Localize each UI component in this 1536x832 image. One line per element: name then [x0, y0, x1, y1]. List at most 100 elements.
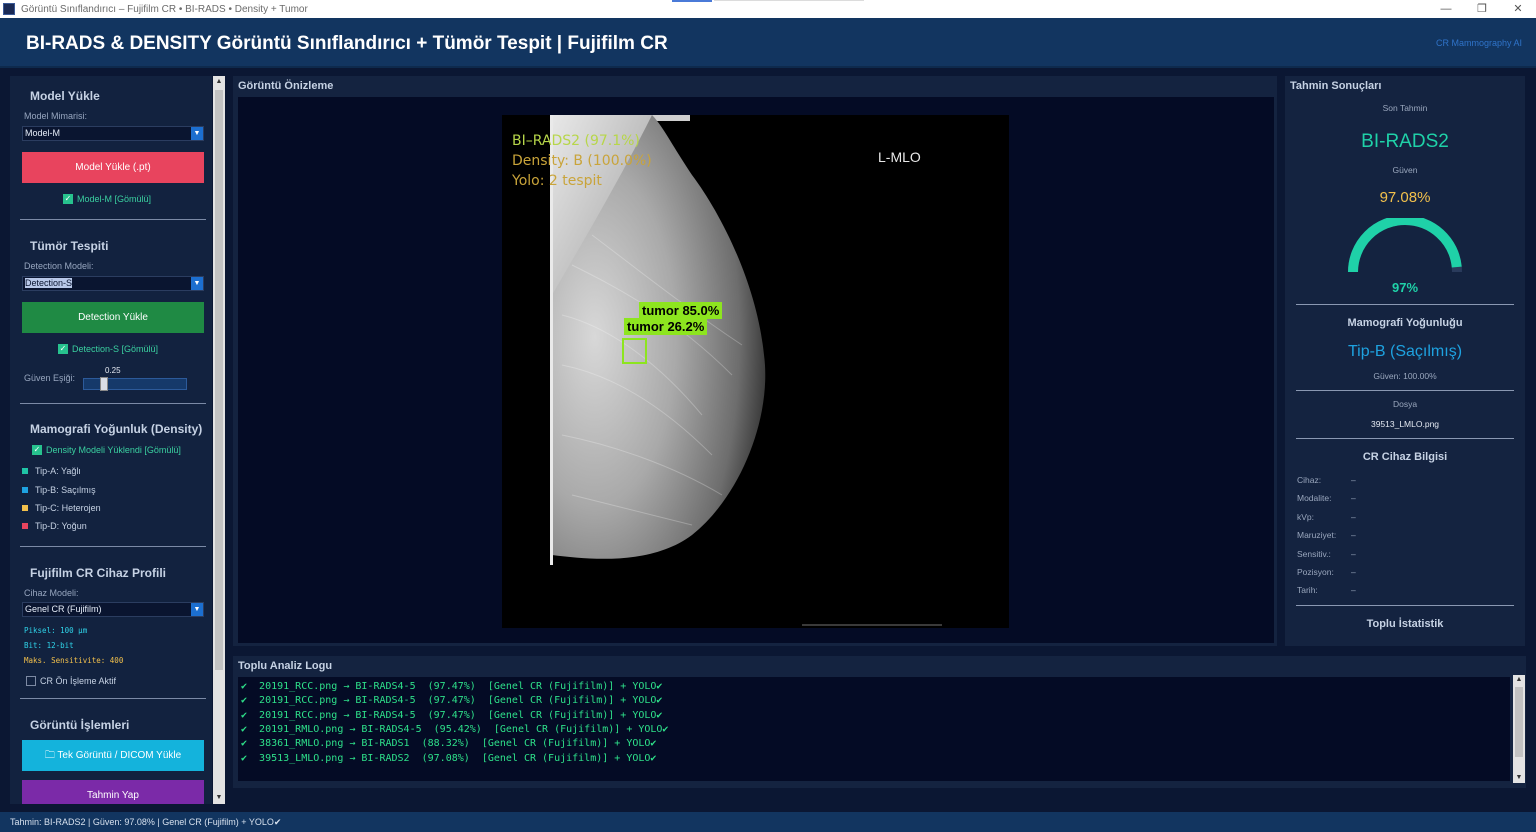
divider: [20, 698, 206, 699]
device-info-row: kVp: –: [1297, 512, 1356, 522]
model-arch-value: Model-M: [25, 128, 61, 138]
density-section-title: Mamografi Yoğunluk (Density): [30, 422, 203, 436]
device-sensitivity-info: Maks. Sensitivite: 400: [24, 656, 124, 665]
legend-swatch: [22, 468, 28, 474]
image-ops-section-title: Görüntü İşlemleri: [30, 718, 130, 732]
predict-button[interactable]: Tahmin Yap: [22, 780, 204, 804]
scrollbar-thumb[interactable]: [215, 90, 223, 670]
log-line: ✔ 20191_RCC.png → BI-RADS4-5 (97.47%) [G…: [241, 695, 663, 706]
check-icon: ✓: [58, 344, 68, 354]
detection-box: [622, 338, 647, 364]
last-prediction-label: Son Tahmin: [1382, 103, 1428, 113]
model-load-button[interactable]: Model Yükle (.pt): [22, 152, 204, 183]
chevron-down-icon: ▼: [191, 127, 203, 140]
app-tag: CR Mammography AI: [1435, 38, 1522, 48]
divider: [20, 219, 206, 220]
log-title: Toplu Analiz Logu: [238, 660, 333, 672]
device-model-value: Genel CR (Fujifilm): [25, 604, 102, 614]
checkbox-icon: [26, 676, 36, 686]
legend-item-tip-a: Tip-A: Yağlı: [22, 466, 81, 476]
scroll-up-icon[interactable]: ▲: [1513, 675, 1525, 685]
chevron-down-icon: ▼: [191, 603, 203, 616]
density-title: Mamografi Yoğunluğu: [1347, 317, 1463, 329]
divider: [1296, 304, 1514, 305]
detection-embedded-checkbox[interactable]: ✓ Detection-S [Gömülü]: [58, 344, 158, 354]
prediction-value: BI-RADS2: [1361, 131, 1449, 152]
detection-embedded-label: Detection-S [Gömülü]: [72, 344, 159, 354]
cr-preprocess-label: CR Ön İşleme Aktif: [40, 676, 117, 686]
confidence-gauge: [1348, 218, 1462, 273]
device-bit-info: Bit: 12-bit: [24, 641, 74, 650]
device-pixel-info: Piksel: 100 µm: [24, 626, 88, 635]
file-name: 39513_LMLO.png: [1370, 419, 1440, 429]
folder-icon: 🗀: [44, 750, 58, 761]
file-label: Dosya: [1392, 399, 1418, 409]
window-title: Görüntü Sınıflandırıcı – Fujifilm CR • B…: [21, 3, 308, 15]
model-section-title: Model Yükle: [30, 89, 100, 103]
confidence-value: 97.08%: [1379, 189, 1431, 206]
log-scrollbar[interactable]: ▲ ▼: [1513, 675, 1525, 783]
sidebar-scrollbar[interactable]: ▲ ▼: [213, 76, 225, 804]
load-image-button[interactable]: 🗀 Tek Görüntü / DICOM Yükle: [22, 740, 204, 771]
confidence-label: Güven: [1392, 165, 1418, 175]
detection-model-label: Detection Modeli:: [24, 261, 94, 271]
detection-label: tumor 26.2%: [624, 318, 708, 335]
divider: [1296, 605, 1514, 606]
mammogram-image: BI–RADS2 (97.1%) Density: B (100.0%) Yol…: [502, 115, 1009, 628]
log-line: ✔ 20191_RMLO.png → BI-RADS4-5 (95.42%) […: [241, 724, 669, 735]
legend-item-tip-b: Tip-B: Saçılmış: [22, 485, 96, 495]
density-loaded-label: Density Modeli Yüklendi [Gömülü]: [46, 445, 181, 455]
density-loaded-checkbox[interactable]: ✓ Density Modeli Yüklendi [Gömülü]: [32, 445, 181, 455]
legend-swatch: [22, 523, 28, 529]
results-title: Tahmin Sonuçları: [1290, 80, 1382, 92]
log-line: ✔ 20191_RCC.png → BI-RADS4-5 (97.47%) [G…: [241, 681, 663, 692]
app-header: BI-RADS & DENSITY Görüntü Sınıflandırıcı…: [0, 18, 1536, 68]
minimize-button[interactable]: —: [1428, 0, 1464, 18]
device-info-row: Cihaz: –: [1297, 475, 1356, 485]
app-title: BI-RADS & DENSITY Görüntü Sınıflandırıcı…: [26, 33, 668, 54]
tumor-section-title: Tümör Tespiti: [30, 239, 109, 253]
check-icon: ✓: [63, 194, 73, 204]
divider: [20, 546, 206, 547]
detection-label: tumor 85.0%: [639, 302, 723, 319]
device-info-title: CR Cihaz Bilgisi: [1362, 451, 1448, 463]
status-bar: Tahmin: BI-RADS2 | Güven: 97.08% | Genel…: [0, 812, 1536, 832]
model-embedded-checkbox[interactable]: ✓ Model-M [Gömülü]: [63, 194, 151, 204]
detection-model-select[interactable]: Detection-S ▼: [22, 276, 204, 291]
device-model-select[interactable]: Genel CR (Fujifilm) ▼: [22, 602, 204, 617]
legend-swatch: [22, 505, 28, 511]
detection-load-button[interactable]: Detection Yükle: [22, 302, 204, 333]
density-confidence: Güven: 100.00%: [1373, 371, 1437, 381]
model-arch-label: Model Mimarisi:: [24, 111, 88, 121]
legend-item-tip-c: Tip-C: Heterojen: [22, 503, 101, 513]
overlay-density-text: Density: B (100.0%): [512, 153, 652, 169]
scroll-down-icon[interactable]: ▼: [213, 792, 225, 804]
chevron-down-icon: ▼: [191, 277, 203, 290]
model-arch-select[interactable]: Model-M ▼: [22, 126, 204, 141]
threshold-slider[interactable]: [83, 378, 187, 390]
gauge-percent: 97%: [1391, 280, 1419, 295]
divider: [1296, 390, 1514, 391]
cr-preprocess-checkbox[interactable]: CR Ön İşleme Aktif: [26, 676, 116, 686]
scroll-down-icon[interactable]: ▼: [1513, 773, 1525, 783]
restore-button[interactable]: ❐: [1464, 0, 1500, 18]
divider: [1296, 438, 1514, 439]
mammogram-graphic: [550, 115, 942, 626]
close-button[interactable]: ✕: [1500, 0, 1536, 18]
scrollbar-thumb[interactable]: [1515, 687, 1523, 757]
log-line: ✔ 20191_RCC.png → BI-RADS4-5 (97.47%) [G…: [241, 710, 663, 721]
legend-item-tip-d: Tip-D: Yoğun: [22, 521, 87, 531]
scroll-up-icon[interactable]: ▲: [213, 76, 225, 88]
view-position-label: L-MLO: [878, 149, 921, 165]
device-info-row: Pozisyon: –: [1297, 567, 1356, 577]
legend-swatch: [22, 487, 28, 493]
batch-stats-title: Toplu İstatistik: [1366, 618, 1444, 630]
device-section-title: Fujifilm CR Cihaz Profili: [30, 566, 167, 580]
device-info-row: Tarih: –: [1297, 585, 1356, 595]
threshold-slider-handle[interactable]: [100, 377, 108, 391]
divider: [20, 403, 206, 404]
device-model-label: Cihaz Modeli:: [24, 588, 79, 598]
device-info-row: Maruziyet: –: [1297, 530, 1356, 540]
model-embedded-label: Model-M [Gömülü]: [77, 194, 152, 204]
detection-model-value: Detection-S: [25, 278, 73, 288]
